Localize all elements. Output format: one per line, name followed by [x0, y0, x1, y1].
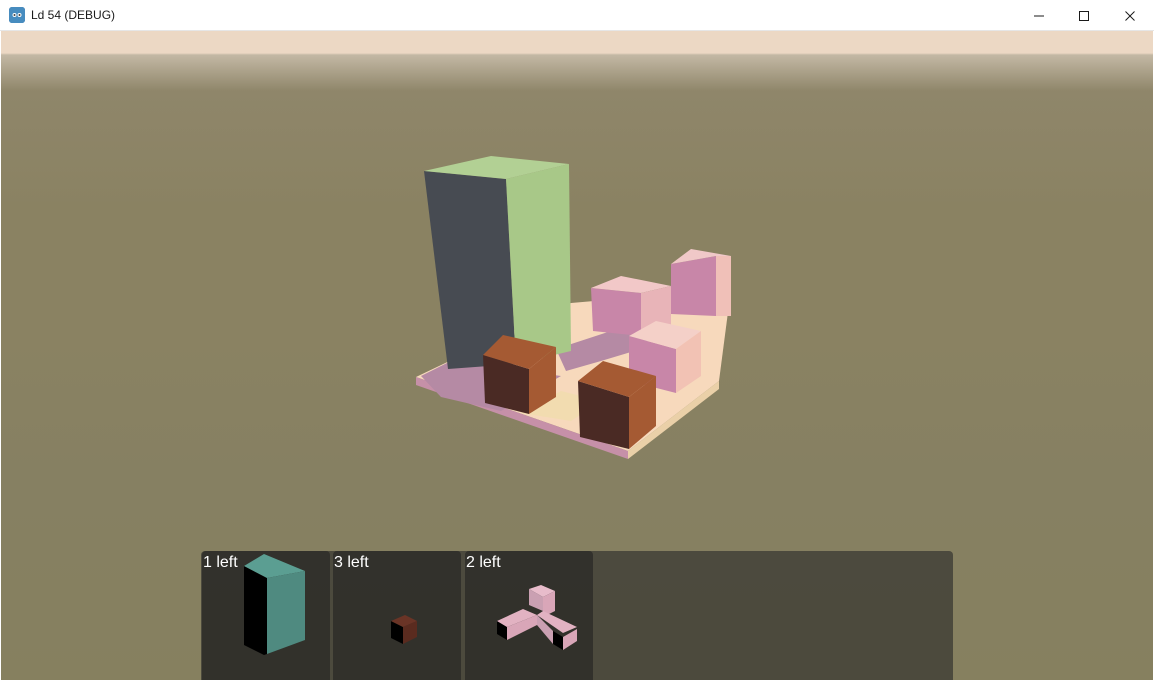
minimize-icon — [1034, 15, 1044, 16]
inventory-bar: 1 left 3 left 2 left — [201, 551, 953, 680]
brown-cube-left — [483, 335, 556, 414]
brown-cube-right — [578, 361, 656, 449]
slot-count-label: 3 left — [334, 554, 369, 571]
inventory-slot-small-cube[interactable]: 3 left — [333, 551, 461, 680]
close-icon — [1125, 10, 1135, 21]
inventory-slot-l-piece[interactable]: 2 left — [465, 551, 593, 680]
maximize-button[interactable] — [1061, 0, 1107, 31]
maximize-icon — [1079, 10, 1089, 21]
pink-block-back-right — [671, 249, 731, 316]
minimize-button[interactable] — [1016, 0, 1062, 31]
slot-count-label: 2 left — [466, 554, 501, 571]
inventory-slot-tall-block[interactable]: 1 left — [202, 551, 330, 680]
close-button[interactable] — [1107, 0, 1153, 31]
game-viewport[interactable]: 1 left 3 left 2 left — [1, 31, 1153, 680]
window-titlebar[interactable]: Ld 54 (DEBUG) — [0, 0, 1154, 31]
godot-app-icon — [9, 7, 25, 23]
slot-count-label: 1 left — [203, 554, 238, 571]
tall-green-block — [424, 156, 571, 369]
window-title: Ld 54 (DEBUG) — [31, 8, 116, 22]
